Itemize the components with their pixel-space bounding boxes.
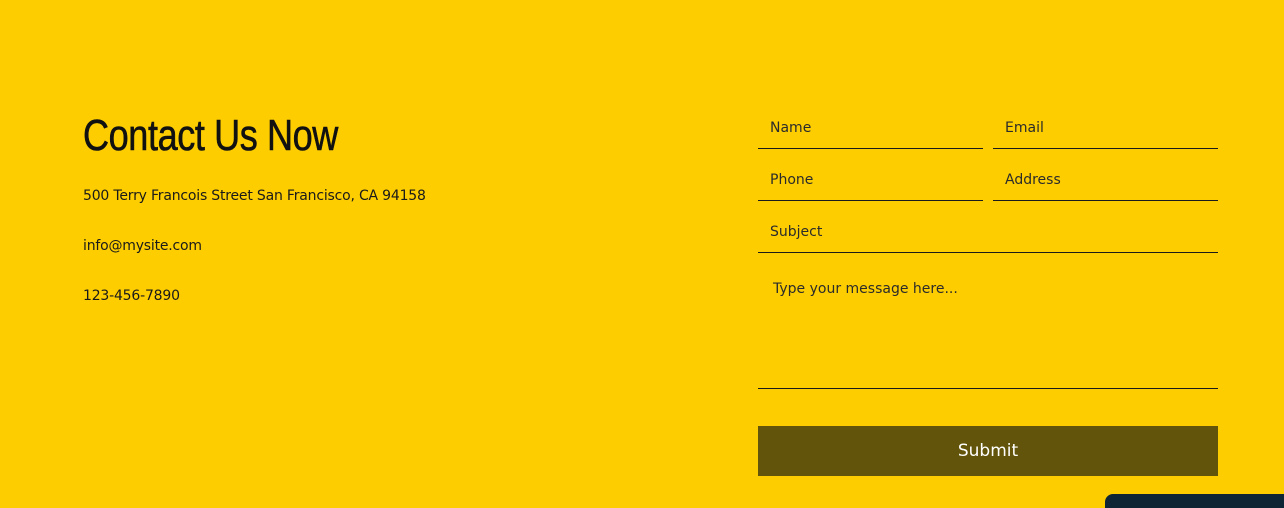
- page-title: Contact Us Now: [83, 111, 339, 161]
- submit-button[interactable]: Submit: [758, 426, 1218, 476]
- name-field[interactable]: [758, 108, 983, 149]
- address-text: 500 Terry Francois Street San Francisco,…: [83, 188, 426, 204]
- phone-field[interactable]: [758, 160, 983, 201]
- email-text: info@mysite.com: [83, 238, 202, 254]
- chat-widget-tab[interactable]: [1105, 494, 1284, 508]
- contact-info: Contact Us Now 500 Terry Francois Street…: [83, 108, 603, 304]
- message-field[interactable]: [758, 269, 1218, 389]
- subject-field[interactable]: [758, 212, 1218, 253]
- phone-text: 123-456-7890: [83, 288, 180, 304]
- email-field[interactable]: [993, 108, 1218, 149]
- address-field[interactable]: [993, 160, 1218, 201]
- contact-form: Submit: [758, 108, 1218, 476]
